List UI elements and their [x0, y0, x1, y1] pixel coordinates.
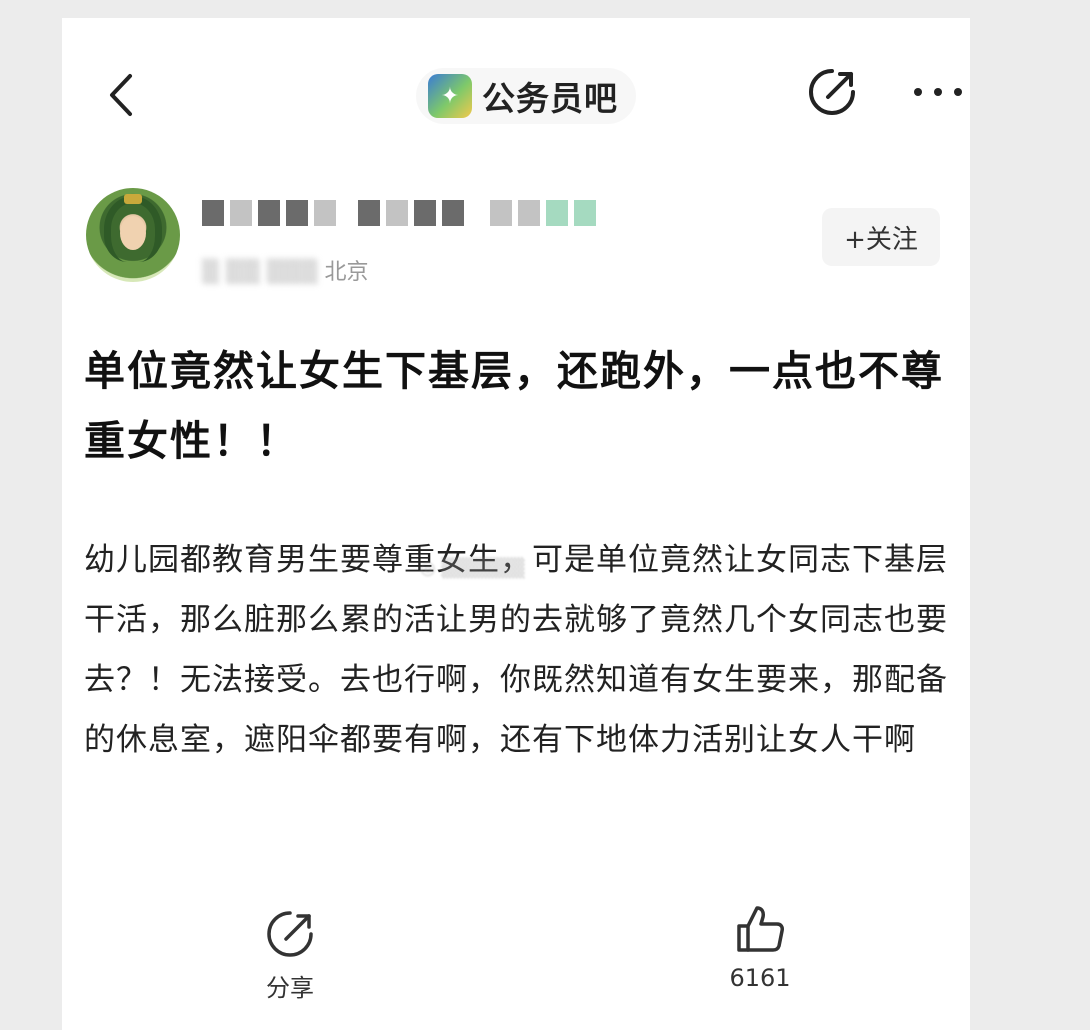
meta-redacted: ▒ ▒▒ ▒▒▒: [202, 260, 318, 285]
forum-link[interactable]: ✦ 公务员吧: [416, 68, 636, 124]
follow-button[interactable]: +关注: [822, 208, 940, 266]
thumbs-up-icon: [737, 906, 784, 952]
post-card: ✦ 公务员吧 ▒ ▒▒ ▒▒▒ 北京 +关注 单位竟然让女生下基层，还跑外，一点…: [62, 18, 970, 1030]
forum-name: 公务员吧: [482, 79, 618, 118]
avatar[interactable]: [86, 188, 180, 282]
watermark: ◎ ▒▒▒▒▒▒: [420, 558, 525, 579]
like-count: 6161: [729, 964, 791, 992]
author-meta: ▒ ▒▒ ▒▒▒ 北京: [202, 254, 369, 286]
avatar-face: [120, 216, 146, 250]
author-location: 北京: [324, 260, 369, 285]
avatar-crown: [124, 194, 142, 204]
chevron-left-icon[interactable]: [102, 70, 138, 120]
forum-logo-icon: ✦: [428, 74, 472, 118]
share-label: 分享: [266, 974, 314, 1002]
edit-icon[interactable]: [806, 66, 858, 118]
share-button[interactable]: 分享: [242, 908, 338, 1003]
more-icon[interactable]: [910, 82, 966, 102]
username-redacted[interactable]: [202, 200, 596, 226]
share-icon: [267, 911, 313, 957]
post-title: 单位竟然让女生下基层，还跑外，一点也不尊重女性！！: [84, 347, 944, 465]
like-button[interactable]: 6161: [712, 902, 808, 992]
